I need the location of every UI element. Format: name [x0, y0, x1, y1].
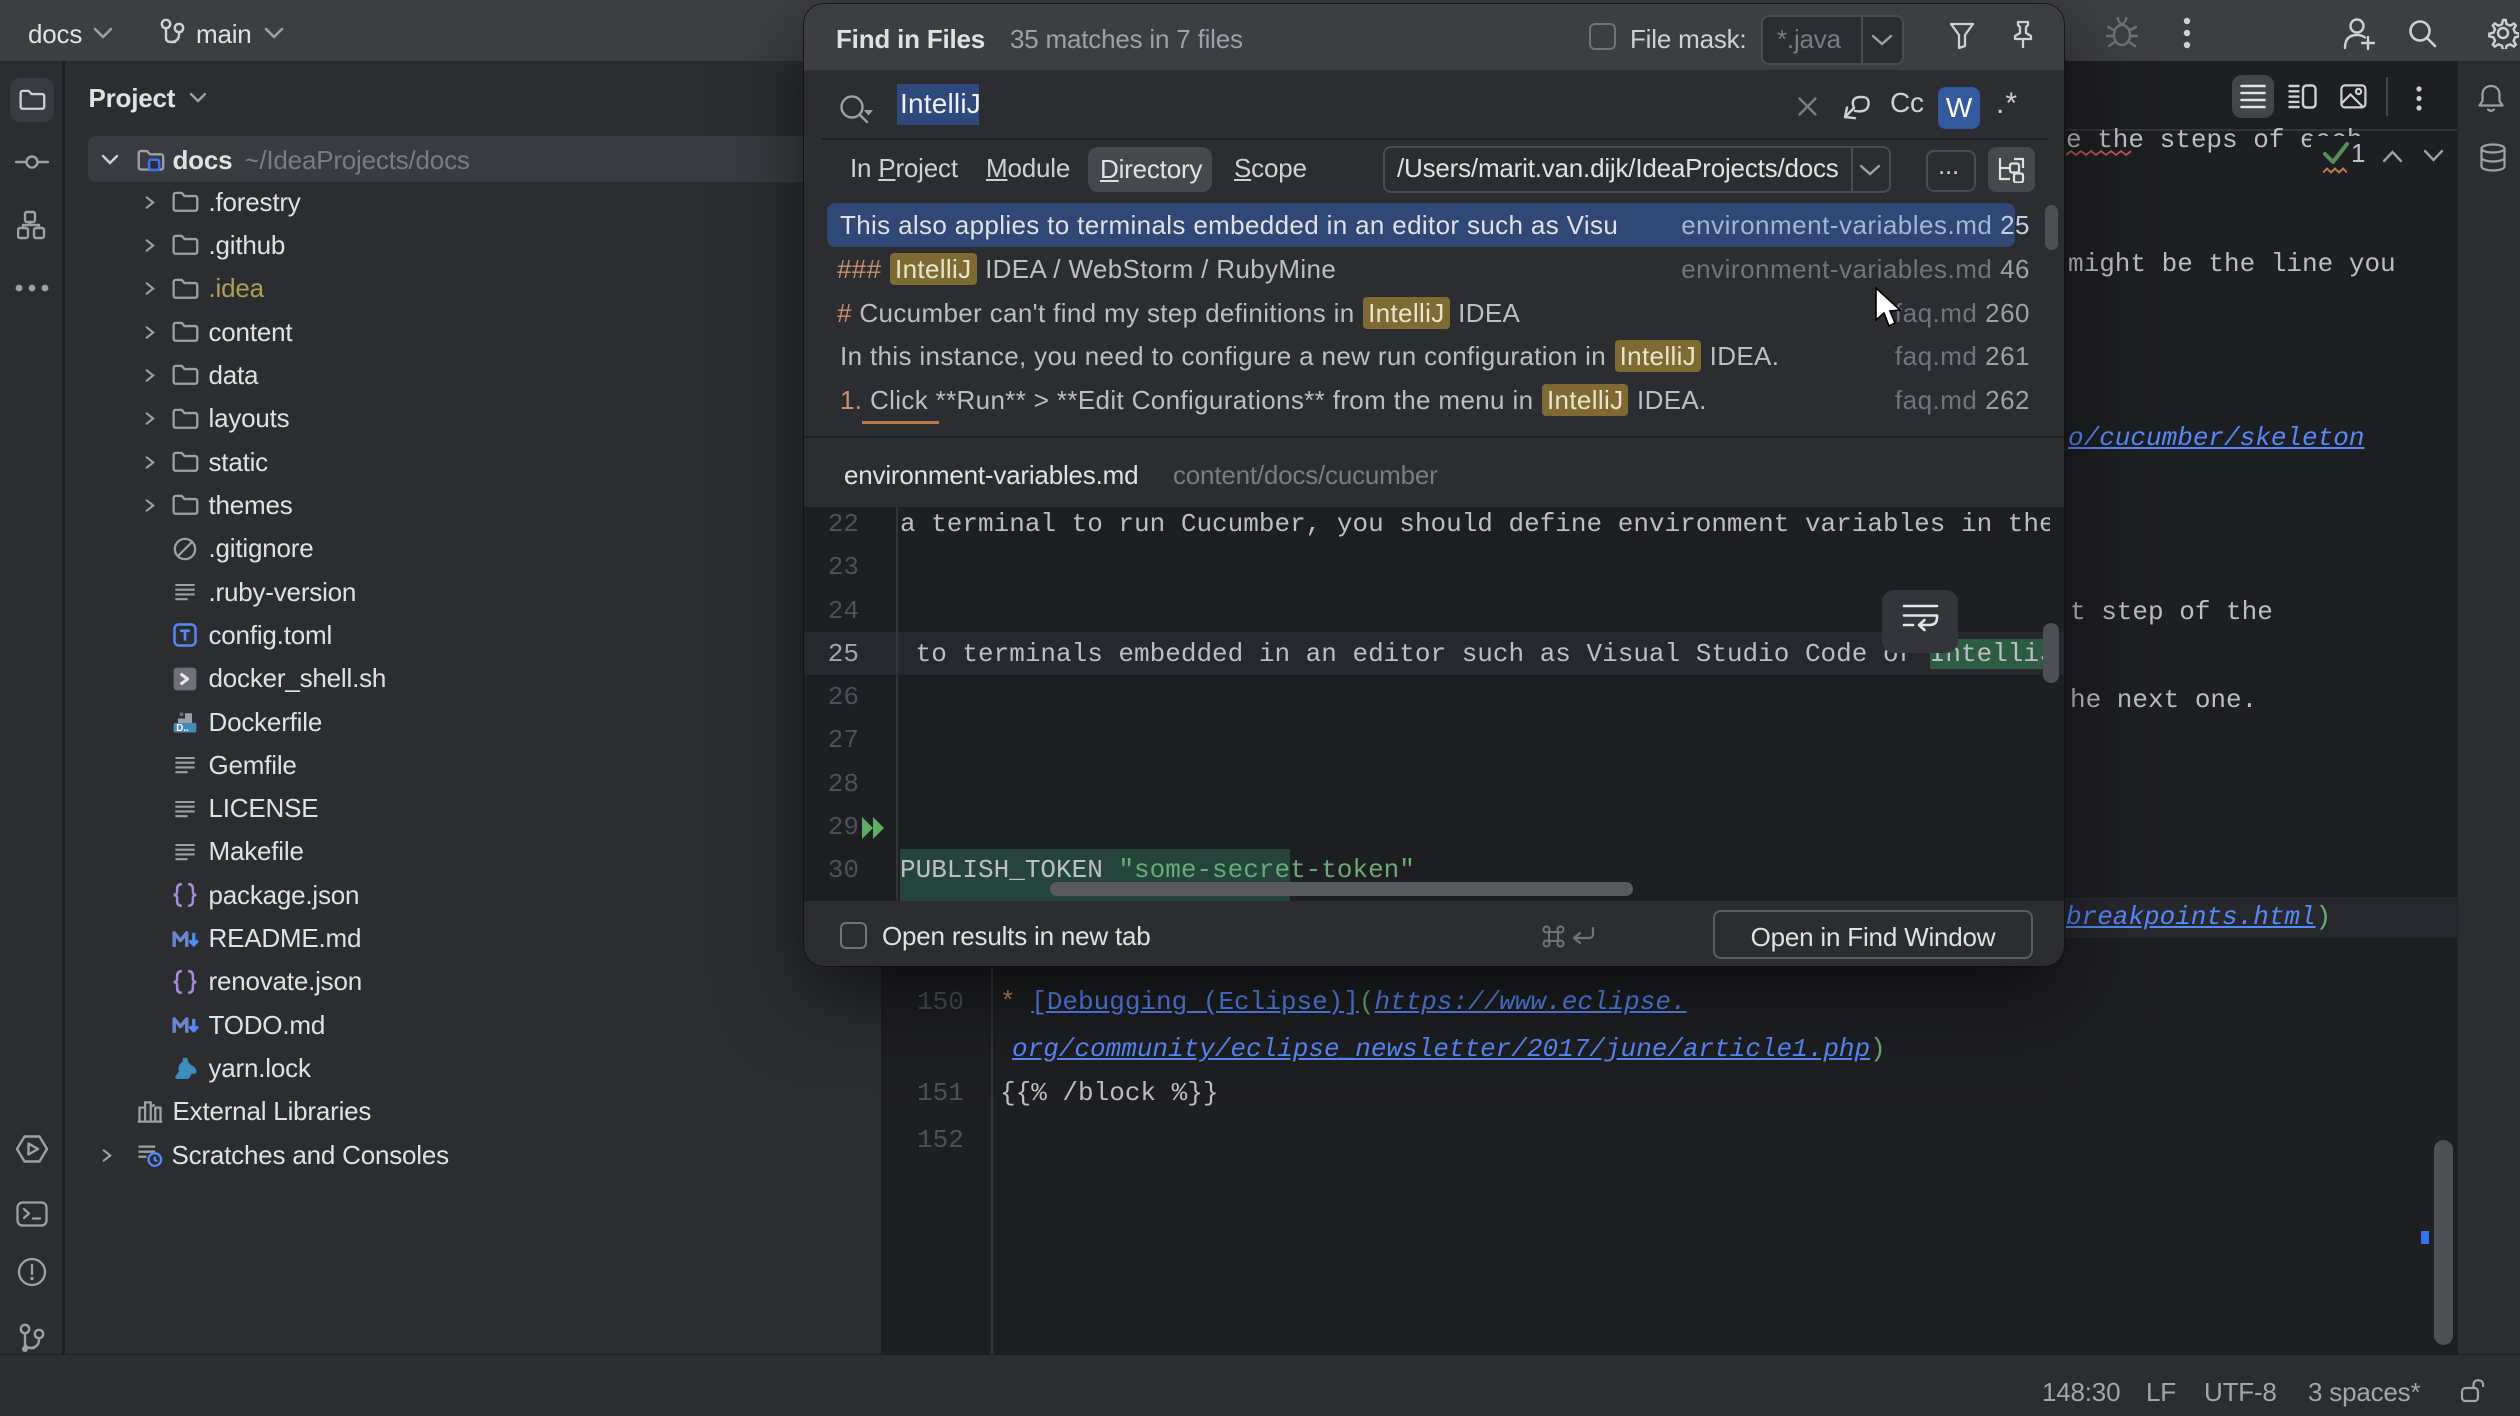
- svg-text:D..: D..: [176, 723, 189, 734]
